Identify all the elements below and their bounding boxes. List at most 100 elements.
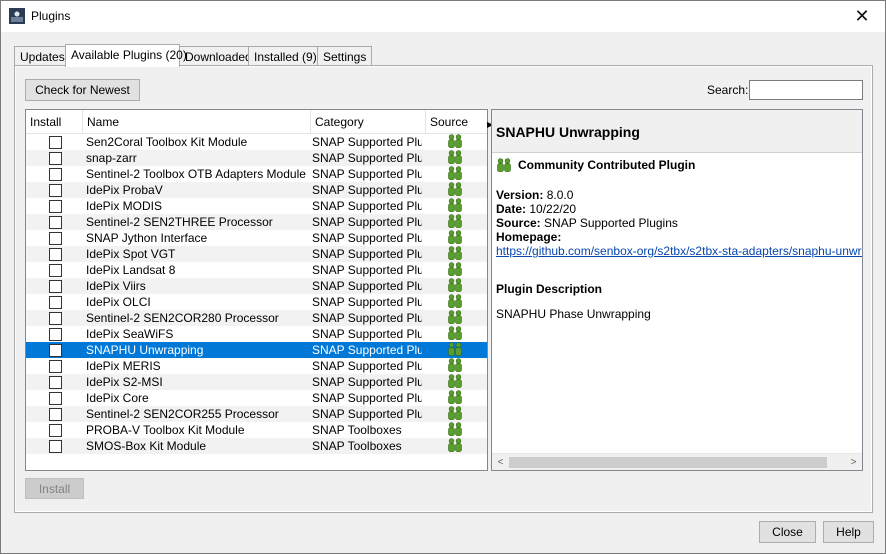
plugin-name: SNAP Jython Interface	[86, 231, 208, 245]
tab-updates[interactable]: Updates	[14, 46, 71, 67]
table-row[interactable]: IdePix ProbaV SNAP Supported Plu...	[26, 182, 487, 198]
community-source-icon	[447, 310, 465, 326]
column-source[interactable]: Source	[426, 110, 487, 134]
plugin-category: SNAP Supported Plu...	[312, 135, 422, 149]
install-checkbox[interactable]	[49, 344, 62, 357]
install-button[interactable]: Install	[25, 478, 84, 499]
table-row[interactable]: SNAPHU Unwrapping SNAP Supported Plu...	[26, 342, 487, 358]
install-checkbox[interactable]	[49, 136, 62, 149]
plugin-name: IdePix Viirs	[86, 279, 146, 293]
source-row: Source: SNAP Supported Plugins	[496, 216, 678, 230]
column-install[interactable]: Install	[26, 110, 83, 134]
table-row[interactable]: IdePix MERIS SNAP Supported Plu...	[26, 358, 487, 374]
plugin-category: SNAP Supported Plu...	[312, 343, 422, 357]
install-checkbox[interactable]	[49, 376, 62, 389]
homepage-link-row: https://github.com/senbox-org/s2tbx/s2tb…	[496, 244, 862, 258]
column-category[interactable]: Category	[311, 110, 426, 134]
source-value: SNAP Supported Plugins	[544, 216, 678, 230]
plugin-name: IdePix SeaWiFS	[86, 327, 174, 341]
scroll-thumb[interactable]	[509, 457, 827, 468]
plugin-category: SNAP Supported Plu...	[312, 247, 422, 261]
install-checkbox[interactable]	[49, 264, 62, 277]
install-checkbox[interactable]	[49, 200, 62, 213]
scroll-left-icon[interactable]: <	[492, 454, 509, 470]
install-checkbox[interactable]	[49, 216, 62, 229]
table-row[interactable]: Sen2Coral Toolbox Kit Module SNAP Support…	[26, 134, 487, 150]
close-button[interactable]: Close	[759, 521, 816, 543]
plugin-name: Sentinel-2 SEN2COR280 Processor	[86, 311, 279, 325]
install-checkbox[interactable]	[49, 424, 62, 437]
check-for-newest-button[interactable]: Check for Newest	[25, 79, 140, 101]
table-row[interactable]: IdePix Spot VGT SNAP Supported Plu...	[26, 246, 487, 262]
install-checkbox[interactable]	[49, 328, 62, 341]
community-source-icon	[447, 294, 465, 310]
community-source-icon	[447, 390, 465, 406]
install-checkbox[interactable]	[49, 168, 62, 181]
table-row[interactable]: Sentinel-2 Toolbox OTB Adapters Module SN…	[26, 166, 487, 182]
plugin-category: SNAP Supported Plu...	[312, 151, 422, 165]
install-checkbox[interactable]	[49, 312, 62, 325]
install-checkbox[interactable]	[49, 360, 62, 373]
plugin-category: SNAP Supported Plu...	[312, 375, 422, 389]
window-close-icon[interactable]: ✕	[839, 1, 885, 32]
community-source-icon	[447, 166, 465, 182]
plugin-category: SNAP Toolboxes	[312, 423, 402, 437]
table-row[interactable]: IdePix Viirs SNAP Supported Plu...	[26, 278, 487, 294]
column-name[interactable]: Name	[83, 110, 311, 134]
homepage-link[interactable]: https://github.com/senbox-org/s2tbx/s2tb…	[496, 244, 862, 258]
community-source-icon	[447, 342, 465, 358]
plugin-category: SNAP Supported Plu...	[312, 391, 422, 405]
community-source-icon	[447, 406, 465, 422]
plugin-detail-pane: SNAPHU Unwrapping Community Contributed …	[491, 109, 863, 471]
install-checkbox[interactable]	[49, 408, 62, 421]
window-title: Plugins	[31, 9, 71, 23]
table-row[interactable]: IdePix S2-MSI SNAP Supported Plu...	[26, 374, 487, 390]
table-row[interactable]: SMOS-Box Kit Module SNAP Toolboxes	[26, 438, 487, 454]
plugin-category: SNAP Supported Plu...	[312, 359, 422, 373]
plugin-name: IdePix Landsat 8	[86, 263, 176, 277]
scroll-right-icon[interactable]: >	[845, 454, 862, 470]
tab-downloaded[interactable]: Downloaded	[179, 46, 258, 67]
table-row[interactable]: IdePix Core SNAP Supported Plu...	[26, 390, 487, 406]
table-row[interactable]: IdePix Landsat 8 SNAP Supported Plu...	[26, 262, 487, 278]
plugin-category: SNAP Supported Plu...	[312, 199, 422, 213]
date-label: Date:	[496, 202, 527, 216]
install-checkbox[interactable]	[49, 280, 62, 293]
plugin-name: Sentinel-2 SEN2THREE Processor	[86, 215, 273, 229]
install-checkbox[interactable]	[49, 440, 62, 453]
search-input[interactable]	[749, 80, 863, 100]
plugin-category: SNAP Supported Plu...	[312, 327, 422, 341]
tab-settings[interactable]: Settings	[317, 46, 373, 67]
install-checkbox[interactable]	[49, 248, 62, 261]
plugin-name: IdePix Core	[86, 391, 149, 405]
install-checkbox[interactable]	[49, 392, 62, 405]
plugin-category: SNAP Supported Plu...	[312, 407, 422, 421]
community-source-icon	[447, 374, 465, 390]
community-source-icon	[447, 438, 465, 454]
help-button[interactable]: Help	[823, 521, 874, 543]
community-source-icon	[447, 278, 465, 294]
table-row[interactable]: Sentinel-2 SEN2COR280 Processor SNAP Supp…	[26, 310, 487, 326]
table-row[interactable]: Sentinel-2 SEN2THREE Processor SNAP Suppo…	[26, 214, 487, 230]
version-row: Version: 8.0.0	[496, 188, 573, 202]
install-checkbox[interactable]	[49, 232, 62, 245]
table-row[interactable]: IdePix SeaWiFS SNAP Supported Plu...	[26, 326, 487, 342]
table-row[interactable]: Sentinel-2 SEN2COR255 Processor SNAP Supp…	[26, 406, 487, 422]
install-checkbox[interactable]	[49, 152, 62, 165]
detail-header: SNAPHU Unwrapping	[492, 110, 862, 153]
plugin-name: IdePix ProbaV	[86, 183, 163, 197]
plugin-name: Sen2Coral Toolbox Kit Module	[86, 135, 248, 149]
table-row[interactable]: snap-zarr SNAP Supported Plu...	[26, 150, 487, 166]
table-row[interactable]: IdePix MODIS SNAP Supported Plu...	[26, 198, 487, 214]
table-row[interactable]: IdePix OLCI SNAP Supported Plu...	[26, 294, 487, 310]
detail-horizontal-scrollbar[interactable]: < >	[492, 453, 862, 470]
install-checkbox[interactable]	[49, 296, 62, 309]
install-checkbox[interactable]	[49, 184, 62, 197]
table-row[interactable]: PROBA-V Toolbox Kit Module SNAP Toolboxes	[26, 422, 487, 438]
plugin-name: IdePix S2-MSI	[86, 375, 163, 389]
community-source-icon	[447, 214, 465, 230]
tab-available-plugins[interactable]: Available Plugins (20)	[65, 44, 187, 67]
table-row[interactable]: SNAP Jython Interface SNAP Supported Plu.…	[26, 230, 487, 246]
tab-installed[interactable]: Installed (9)	[248, 46, 323, 67]
plugin-category: SNAP Toolboxes	[312, 439, 402, 453]
